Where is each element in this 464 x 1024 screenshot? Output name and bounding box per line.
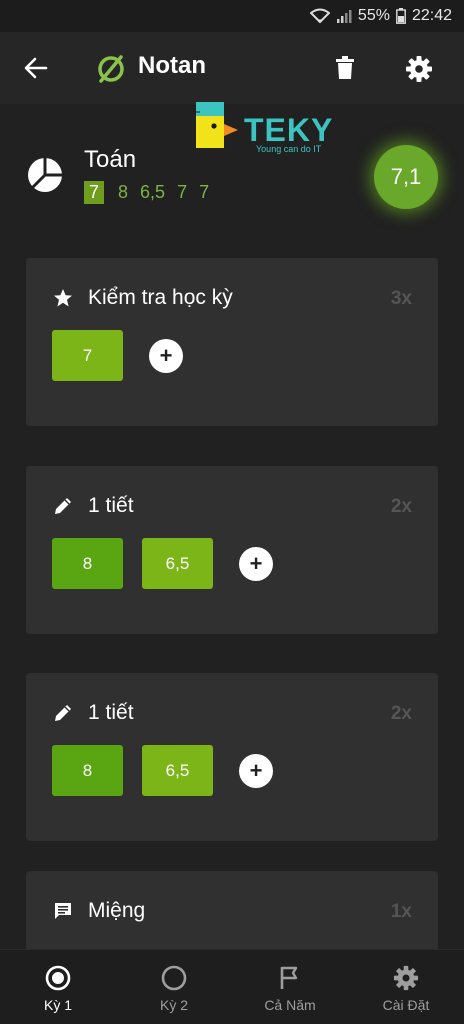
mark-chip[interactable]: 6,5: [142, 745, 213, 796]
clock-time: 22:42: [411, 7, 452, 24]
teky-mascot-icon: [192, 102, 238, 148]
notan-logo-icon: [96, 54, 126, 84]
grade-card: 1 tiết 2x 8 6,5 +: [26, 673, 438, 841]
radio-checked-icon: [43, 963, 73, 993]
star-icon: [52, 287, 74, 309]
pencil-icon: [52, 702, 74, 724]
card-weight: 2x: [390, 703, 412, 724]
battery-icon: [396, 8, 406, 24]
nav-tab-ky1[interactable]: Kỳ 1: [0, 950, 116, 1024]
grade-item: 7: [84, 181, 105, 204]
app-title: Notan: [138, 52, 206, 79]
card-title: Miệng: [88, 899, 146, 922]
mark-chip[interactable]: 6,5: [142, 538, 213, 589]
nav-tab-ca-nam[interactable]: Cả Năm: [232, 950, 348, 1024]
nav-tab-ky2[interactable]: Kỳ 2: [116, 950, 232, 1024]
grade-card: 1 tiết 2x 8 6,5 +: [26, 466, 438, 634]
app-screen: 55% 22:42 Notan Toán 7 8 6,5 7 7 7,1 TEK…: [0, 0, 464, 1024]
nav-tab-cai-dat[interactable]: Cài Đặt: [348, 950, 464, 1024]
mark-chip[interactable]: 7: [52, 330, 123, 381]
add-mark-button[interactable]: +: [239, 753, 273, 788]
add-mark-button[interactable]: +: [239, 546, 273, 581]
nav-label: Cả Năm: [264, 996, 316, 1013]
battery-percent: 55%: [357, 7, 390, 24]
card-weight: 1x: [390, 901, 412, 922]
teky-watermark: TEKY Young can do IT: [192, 100, 360, 160]
card-weight: 2x: [390, 496, 412, 517]
watermark-tagline: Young can do IT: [256, 144, 322, 154]
subject-name: Toán: [84, 146, 137, 173]
grade-item: 6,5: [140, 182, 166, 202]
mark-chip[interactable]: 8: [52, 745, 123, 796]
mark-chip[interactable]: 8: [52, 538, 123, 589]
circle-icon: [159, 963, 189, 993]
grade-list: 7 8 6,5 7 7: [84, 181, 221, 204]
mark-list: 7 +: [52, 330, 183, 381]
wifi-icon: [309, 8, 330, 24]
mark-list: 8 6,5 +: [52, 745, 273, 796]
grade-item: 8: [118, 182, 129, 202]
flag-icon: [275, 963, 305, 993]
card-title: 1 tiết: [88, 701, 134, 724]
grade-item: 7: [177, 182, 188, 202]
app-bar: Notan: [0, 32, 464, 104]
add-mark-button[interactable]: +: [149, 338, 183, 373]
card-title: Kiểm tra học kỳ: [88, 286, 233, 309]
card-weight: 3x: [390, 288, 412, 309]
grade-item: 7: [199, 182, 210, 202]
settings-gear-icon[interactable]: [402, 52, 436, 86]
arrow-left-icon[interactable]: [20, 54, 52, 82]
nav-label: Cài Đặt: [382, 996, 430, 1013]
trash-icon[interactable]: [330, 52, 360, 84]
signal-icon: [336, 8, 352, 24]
bottom-navigation: Kỳ 1 Kỳ 2 Cả Năm Cài Đặt: [0, 949, 464, 1024]
gear-icon: [391, 963, 421, 993]
nav-label: Kỳ 1: [43, 996, 72, 1013]
status-bar: 55% 22:42: [0, 0, 464, 32]
chat-icon: [52, 900, 74, 922]
average-badge: 7,1: [374, 145, 438, 209]
mark-list: 8 6,5 +: [52, 538, 273, 589]
pencil-icon: [52, 495, 74, 517]
pie-chart-icon: [26, 156, 64, 194]
card-title: 1 tiết: [88, 494, 134, 517]
nav-label: Kỳ 2: [159, 996, 188, 1013]
grade-card: Kiểm tra học kỳ 3x 7 +: [26, 258, 438, 426]
